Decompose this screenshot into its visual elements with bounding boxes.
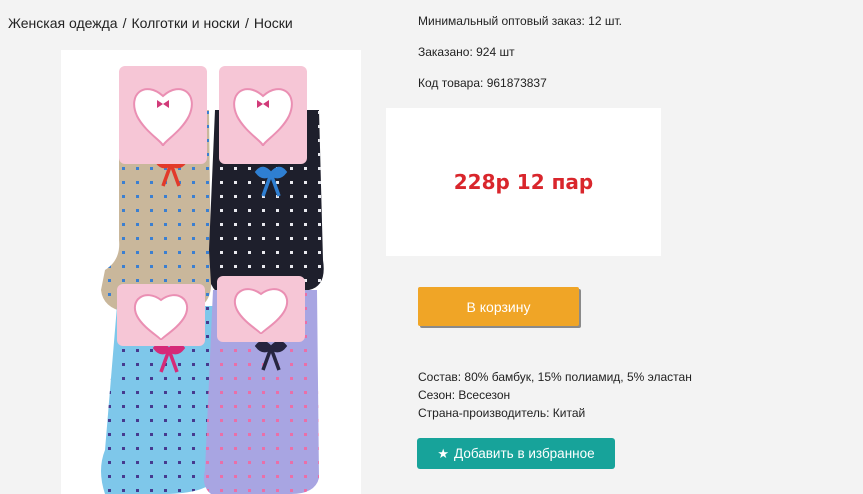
price: 228р 12 пар [453,170,594,194]
breadcrumb-womens-clothing[interactable]: Женская одежда [8,15,118,31]
price-box: 228р 12 пар [386,108,661,256]
top-tags [119,66,307,164]
add-to-favorites-button[interactable]: ★ Добавить в избранное [417,438,615,469]
country-of-origin: Страна-производитель: Китай [418,406,586,420]
season: Сезон: Всесезон [418,388,511,402]
product-code: Код товара: 961873837 [418,76,547,90]
breadcrumb-socks[interactable]: Носки [254,15,293,31]
breadcrumb-tights-socks[interactable]: Колготки и носки [131,15,240,31]
min-order-info: Минимальный оптовый заказ: 12 шт. [418,14,622,28]
product-image[interactable] [61,50,361,494]
star-icon: ★ [437,446,450,461]
breadcrumb-separator: / [244,15,249,31]
favorites-label: Добавить в избранное [454,446,595,461]
composition: Состав: 80% бамбук, 15% полиамид, 5% эла… [418,370,692,384]
breadcrumb: Женская одежда / Колготки и носки / Носки [8,15,293,31]
ordered-count: Заказано: 924 шт [418,45,515,59]
breadcrumb-separator: / [122,15,127,31]
socks-photo [101,66,324,494]
product-specs: Состав: 80% бамбук, 15% полиамид, 5% эла… [418,368,692,422]
add-to-cart-button[interactable]: В корзину [418,287,579,326]
